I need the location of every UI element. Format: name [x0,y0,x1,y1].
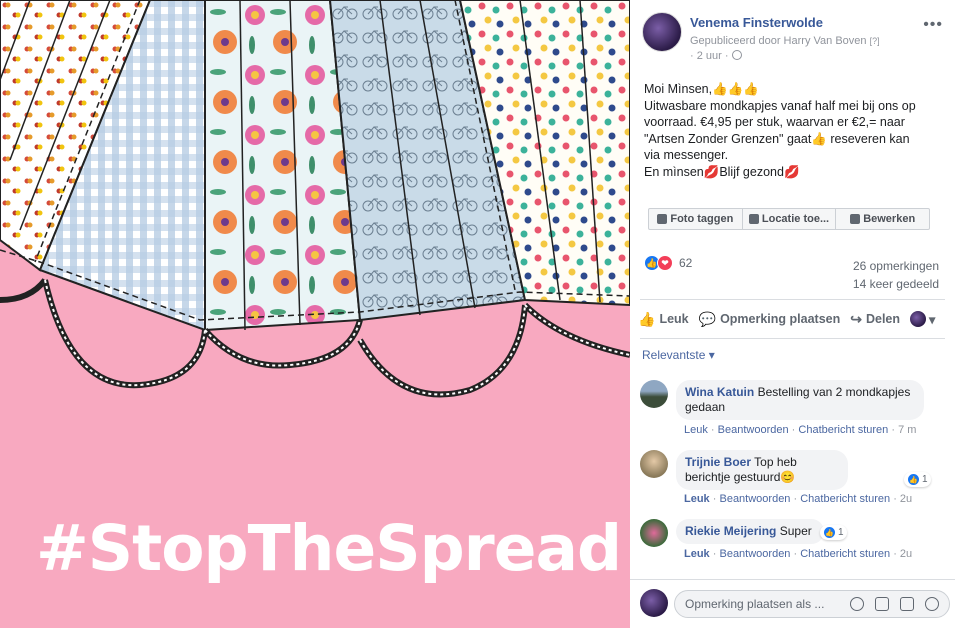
comment-reaction-count: 1 [922,474,928,485]
comment-time[interactable]: 2u [900,493,912,505]
comment-message-link[interactable]: Chatbericht sturen [800,548,890,560]
comment-author[interactable]: Trijnie Boer [685,455,751,469]
comment-reaction-count: 1 [838,527,844,538]
globe-icon[interactable] [731,50,742,60]
location-pin-icon [748,214,759,224]
sticker-icon[interactable] [925,597,939,611]
chevron-down-icon: ▾ [929,312,936,327]
emoji-icon[interactable] [850,597,864,611]
post-time[interactable]: 2 uur [697,50,722,62]
comment-bubble: Trijnie Boer Top heb berichtje gestuurd😊 [676,450,848,490]
photo-actions-bar: Foto taggen Locatie toe... Bewerken [648,208,930,230]
composer-tools [839,597,939,611]
post-actions: 👍 Leuk 💬 Opmerking plaatsen ↪ Delen ▾ [638,306,948,332]
comment-reply-link[interactable]: Beantwoorden [719,548,790,560]
post-text-line: voorraad. €4,95 per stuk, waarvan er €2,… [644,115,905,129]
commenter-avatar[interactable] [640,450,668,478]
tag-photo-label: Foto taggen [670,213,734,225]
post-text-line: Uitwasbare mondkapjes vanaf half mei bij… [644,98,916,113]
comment-reactions[interactable]: 👍 1 [904,472,931,487]
comment-author[interactable]: Wina Katuin [685,385,754,399]
share-label: Delen [865,312,901,326]
post-header: Venema Finsterwolde Gepubliceerd door Ha… [642,12,947,64]
published-by: Gepubliceerd door Harry Van Boven [?] [690,35,880,47]
comment-like-link[interactable]: Leuk [684,424,708,436]
camera-icon[interactable] [875,597,889,611]
share-button[interactable]: ↪ Delen [850,311,900,328]
comment-like-link[interactable]: Leuk [684,548,710,560]
published-by-text[interactable]: Gepubliceerd door Harry Van Boven [690,35,867,47]
tag-icon [657,214,668,224]
post-text-line: En mìnsen💋Blijf gezond💋 [644,164,800,179]
comment-text: Super [779,524,812,538]
comment-meta: Leuk · Beantwoorden · Chatbericht sturen… [684,493,913,505]
comment-message-link[interactable]: Chatbericht sturen [798,424,888,436]
like-button[interactable]: 👍 Leuk [638,311,689,328]
comments-count[interactable]: 26 opmerkingen [853,257,939,275]
post-text-line: Moi Mìnsen,👍👍👍 [644,82,759,96]
current-user-avatar [640,589,668,617]
comment-time[interactable]: 7 m [898,424,916,436]
comment-reactions[interactable]: 👍 1 [820,525,847,540]
comment-composer: Opmerking plaatsen als ... [630,579,955,628]
divider [640,299,945,300]
comment-sort-dropdown[interactable]: Relevantste ▾ [642,348,715,362]
comment-message-link[interactable]: Chatbericht sturen [800,493,890,505]
like-label: Leuk [659,312,689,326]
pencil-icon [850,214,861,224]
post-text-line: via messenger. [644,148,729,162]
post-text-line: "Artsen Zonder Grenzen" gaat👍 reseveren … [644,131,910,146]
page-name-link[interactable]: Venema Finsterwolde [690,15,823,30]
comment-author[interactable]: Riekie Meijering [685,524,776,538]
post-time-row: · 2 uur · [690,50,742,62]
more-options-icon[interactable]: ••• [923,16,943,34]
tag-photo-button[interactable]: Foto taggen [649,209,743,229]
hashtag-text: #StopTheSpread [36,512,622,585]
comment-bubble: Riekie Meijering Super [676,519,824,544]
post-panel: Venema Finsterwolde Gepubliceerd door Ha… [630,0,955,628]
comment-like-link[interactable]: Leuk [684,493,710,505]
post-photo[interactable]: #StopTheSpread [0,0,630,628]
shares-count[interactable]: 14 keer gedeeld [853,275,939,293]
gif-icon[interactable] [900,597,914,611]
share-arrow-icon: ↪ [850,310,862,327]
comment-reply-link[interactable]: Beantwoorden [718,424,789,436]
post-text: Moi Mìnsen,👍👍👍 Uitwasbare mondkapjes van… [644,81,944,180]
divider [640,338,945,339]
comment-meta: Leuk · Beantwoorden · Chatbericht sturen… [684,548,913,560]
thumbs-up-icon: 👍 [638,310,656,327]
love-reaction-icon: ❤ [657,255,673,271]
comment-reply-link[interactable]: Beantwoorden [719,493,790,505]
like-reaction-icon: 👍 [907,473,920,486]
comment-label: Opmerking plaatsen [720,312,841,326]
comment-meta: Leuk · Beantwoorden · Chatbericht sturen… [684,424,917,436]
commenter-avatar[interactable] [640,380,668,408]
reactions-summary[interactable]: 👍 ❤ 62 [644,255,692,271]
edit-label: Bewerken [863,213,916,225]
add-location-button[interactable]: Locatie toe... [743,209,837,229]
comment-bubble: Wina Katuin Bestelling van 2 mondkapjes … [676,380,924,420]
add-location-label: Locatie toe... [761,213,830,225]
actor-selector[interactable]: ▾ [910,311,935,327]
like-reaction-icon: 👍 [823,526,836,539]
reaction-count: 62 [679,256,693,270]
page-avatar[interactable] [642,12,682,52]
actor-avatar [910,311,927,327]
help-icon[interactable]: [?] [870,36,880,46]
edit-button[interactable]: Bewerken [836,209,929,229]
commenter-avatar[interactable] [640,519,668,547]
comment-time[interactable]: 2u [900,548,912,560]
speech-bubble-icon: 💬 [698,310,717,327]
post-stats: 26 opmerkingen 14 keer gedeeld [853,257,939,293]
comment-button[interactable]: 💬 Opmerking plaatsen [699,311,841,328]
